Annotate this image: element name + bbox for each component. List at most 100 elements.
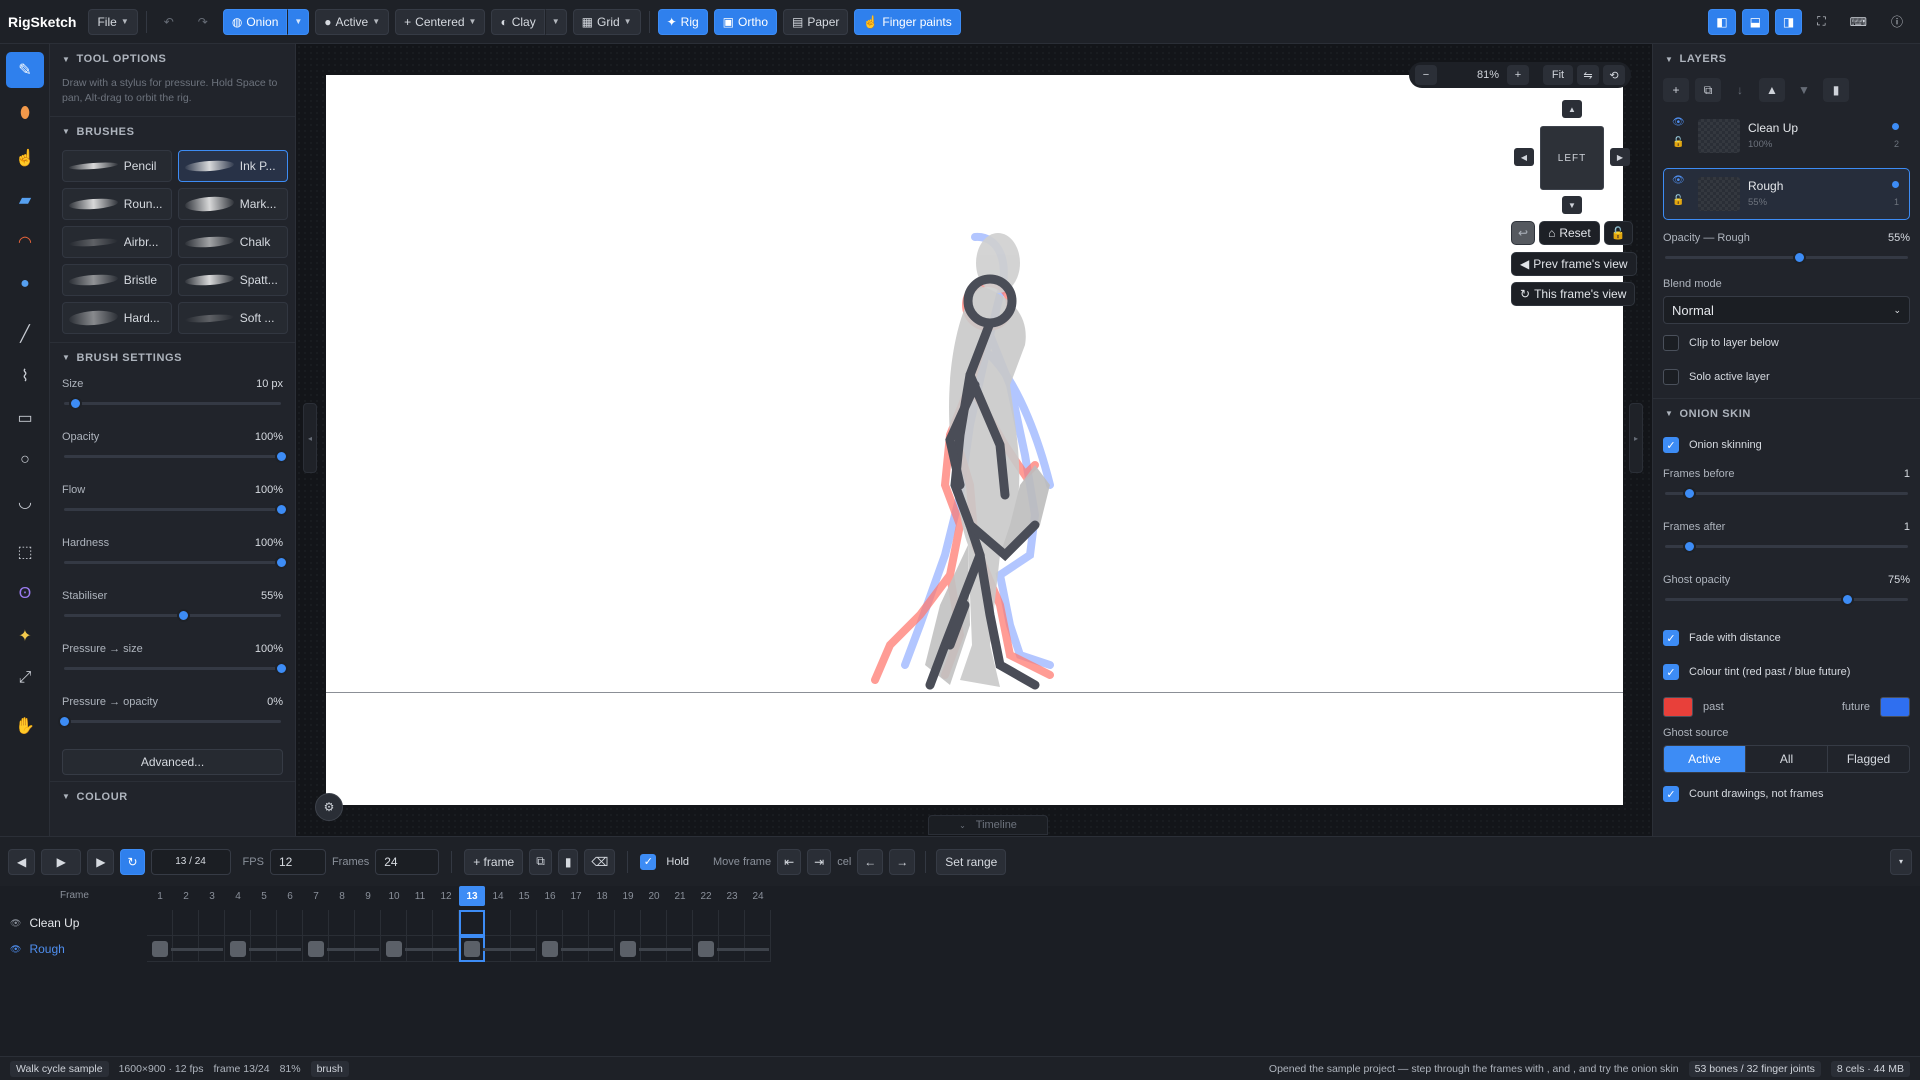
ghost-source-active[interactable]: Active: [1664, 746, 1746, 772]
move-cel-right-button[interactable]: →: [889, 848, 916, 875]
clip-to-layer-below-checkbox[interactable]: Clip to layer below: [1653, 326, 1920, 360]
timeline-cell[interactable]: [563, 910, 589, 936]
checkbox[interactable]: ✓: [1663, 786, 1679, 802]
timeline-cell[interactable]: [251, 910, 277, 936]
keyframe[interactable]: [542, 941, 558, 957]
orbit-right-button[interactable]: ▶: [1610, 148, 1630, 166]
lasso-tool[interactable]: ʘ: [6, 576, 44, 612]
future-colour-swatch[interactable]: [1880, 697, 1910, 717]
slider-track[interactable]: [64, 450, 288, 463]
checkbox[interactable]: ✓: [1663, 630, 1679, 646]
timeline-cell[interactable]: [173, 910, 199, 936]
add-layer-button[interactable]: +: [1663, 78, 1689, 102]
line-tool[interactable]: ╱: [6, 316, 44, 352]
hold-checkbox[interactable]: ✓ Hold: [640, 853, 689, 870]
slider-knob[interactable]: [177, 609, 191, 622]
slider-knob[interactable]: [1683, 487, 1697, 500]
slider-knob[interactable]: [1792, 251, 1806, 264]
frame-header[interactable]: 13: [459, 886, 485, 906]
onion-options-button[interactable]: ▼: [287, 8, 310, 35]
frame-header[interactable]: 1: [147, 886, 173, 906]
timeline-cell[interactable]: [511, 910, 537, 936]
slider-knob[interactable]: [1841, 593, 1855, 606]
brush-tool[interactable]: ✎: [6, 52, 44, 88]
frame-header[interactable]: 9: [355, 886, 381, 906]
layer-clean-up[interactable]: 👁 🔓 Clean Up 100% 2: [1663, 110, 1910, 162]
undo-button[interactable]: ↶: [155, 9, 183, 35]
frame-header[interactable]: 22: [693, 886, 719, 906]
frame-header[interactable]: 20: [641, 886, 667, 906]
slider-track[interactable]: [1665, 487, 1908, 500]
fill-tool[interactable]: ▰: [6, 182, 44, 218]
dropper-tool[interactable]: ●: [6, 266, 44, 302]
timeline-cell[interactable]: [407, 910, 433, 936]
lock-view-button[interactable]: 🔓: [1603, 221, 1633, 245]
polyline-tool[interactable]: ⌇: [6, 358, 44, 394]
checkbox[interactable]: ✓: [1663, 664, 1679, 680]
brushes-header[interactable]: ▼ BRUSHES: [50, 116, 295, 146]
finger-tool[interactable]: ☝: [6, 140, 44, 176]
frame-header[interactable]: 11: [407, 886, 433, 906]
fullscreen-button[interactable]: ⛶: [1808, 9, 1834, 35]
ghost-source-flagged[interactable]: Flagged: [1828, 746, 1909, 772]
merge-down-button[interactable]: ↓: [1727, 78, 1753, 102]
frame-header[interactable]: 3: [199, 886, 225, 906]
zoom-out-button[interactable]: −: [1415, 65, 1437, 85]
slider-track[interactable]: [1665, 593, 1908, 606]
orbit-up-button[interactable]: ▲: [1562, 100, 1582, 118]
brush-bristle[interactable]: Bristle: [62, 264, 172, 296]
set-range-button[interactable]: Set range: [936, 848, 1007, 875]
timeline-cell[interactable]: [329, 910, 355, 936]
timeline-menu-button[interactable]: ▾: [1889, 848, 1912, 875]
slider-track[interactable]: [64, 397, 281, 410]
next-frame-button[interactable]: ▶: [87, 848, 115, 875]
timeline-cell[interactable]: [641, 910, 667, 936]
timeline-tab[interactable]: ⌄ Timeline: [928, 815, 1048, 835]
lock-icon[interactable]: 🔓: [1672, 137, 1684, 148]
slider-track[interactable]: [58, 715, 281, 728]
keyframe[interactable]: [308, 941, 324, 957]
slider-knob[interactable]: [275, 450, 288, 463]
frame-header[interactable]: 12: [433, 886, 459, 906]
timeline-cell[interactable]: [719, 910, 745, 936]
zoom-in-button[interactable]: +: [1507, 65, 1529, 85]
lock-icon[interactable]: 🔓: [1672, 195, 1684, 206]
layer-rough[interactable]: 👁 🔓 Rough 55% 1: [1663, 168, 1910, 220]
frame-header[interactable]: 8: [329, 886, 355, 906]
timeline-cell[interactable]: [277, 910, 303, 936]
timeline-cell[interactable]: [537, 910, 563, 936]
frame-header[interactable]: 16: [537, 886, 563, 906]
onion-button[interactable]: ◍ Onion: [222, 8, 288, 35]
paper-toggle[interactable]: ▤ Paper: [783, 8, 849, 35]
brush-soft[interactable]: Soft ...: [178, 302, 288, 334]
add-frame-button[interactable]: + frame: [464, 848, 524, 875]
slider-knob[interactable]: [68, 397, 82, 410]
orbit-down-button[interactable]: ▼: [1562, 196, 1582, 214]
frame-header[interactable]: 18: [589, 886, 615, 906]
frame-header[interactable]: 15: [511, 886, 537, 906]
duplicate-frame-button[interactable]: ⧉: [529, 848, 552, 875]
prev-frame-button[interactable]: ◀: [8, 848, 36, 875]
frame-header[interactable]: 6: [277, 886, 303, 906]
clay-options-button[interactable]: ▼: [544, 8, 567, 35]
slider-knob[interactable]: [275, 556, 288, 569]
eye-icon[interactable]: 👁: [1672, 175, 1685, 186]
slider-track[interactable]: [64, 556, 288, 569]
move-frame-last-button[interactable]: ⇥: [807, 848, 832, 875]
loop-button[interactable]: ↻: [120, 848, 145, 875]
frame-header[interactable]: 23: [719, 886, 745, 906]
delete-layer-button[interactable]: ▮: [1823, 78, 1849, 102]
checkbox[interactable]: [1663, 335, 1679, 351]
brush-spatter[interactable]: Spatt...: [178, 264, 288, 296]
reset-view-button[interactable]: ⌂ Reset: [1539, 221, 1600, 245]
eraser-tool[interactable]: ⬮: [6, 96, 44, 132]
curve-tool[interactable]: ◡: [6, 484, 44, 520]
brush-pencil[interactable]: Pencil: [62, 150, 172, 182]
brush-hard[interactable]: Hard...: [62, 302, 172, 334]
ghost-source-all[interactable]: All: [1746, 746, 1828, 772]
prev-frame-view-button[interactable]: ◀ Prev frame's view: [1511, 252, 1637, 276]
timeline-cell[interactable]: [693, 910, 719, 936]
slider-track[interactable]: [64, 503, 288, 516]
slider-track[interactable]: [64, 609, 281, 622]
bottom-panel-toggle[interactable]: ⬓: [1741, 8, 1769, 35]
